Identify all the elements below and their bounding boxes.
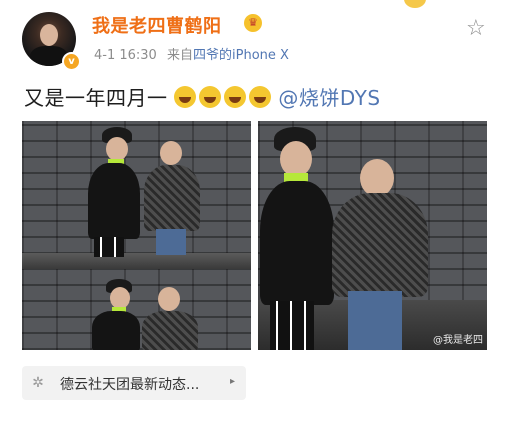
verified-badge-icon: v: [62, 52, 81, 71]
post-photo-2[interactable]: @我是老四: [258, 121, 487, 350]
post-body: 又是一年四月一: [24, 86, 168, 110]
person-head: [360, 159, 394, 197]
source-prefix: 来自: [166, 48, 193, 63]
person-jacket: [332, 193, 428, 297]
laughing-emoji-icon: [224, 86, 247, 108]
crown-icon: ♛: [244, 14, 262, 32]
person-coat: [92, 311, 140, 350]
topic-card-label[interactable]: 德云社天团最新动态...: [60, 374, 199, 394]
photo-watermark: @我是老四: [433, 335, 483, 346]
username[interactable]: 我是老四曹鹤阳: [92, 12, 222, 38]
avatar-face: [40, 24, 58, 46]
chevron-right-icon: ▸: [230, 376, 236, 387]
person-jacket: [144, 165, 200, 231]
person-jeans: [348, 291, 402, 350]
laughing-emoji-icon: [249, 86, 272, 108]
timestamp: 4-1 16:30: [94, 48, 157, 63]
topic-icon: ✲: [32, 375, 44, 391]
person-jacket: [142, 311, 198, 350]
person-coat: [88, 163, 140, 239]
laughing-emoji-icon: [199, 86, 222, 108]
person-head: [106, 137, 128, 161]
post-meta: 4-1 16:30 来自四爷的iPhone X: [94, 44, 289, 63]
person-jeans: [156, 229, 186, 255]
mention-link[interactable]: @烧饼DYS: [278, 86, 380, 110]
person-head: [158, 287, 180, 311]
star-icon[interactable]: ☆: [466, 16, 486, 41]
photo-divider: [22, 253, 251, 269]
source-link[interactable]: 四爷的iPhone X: [193, 48, 289, 63]
person-head: [160, 141, 182, 165]
post-photo-1[interactable]: [22, 121, 251, 350]
person-head: [110, 287, 130, 309]
laughing-emoji-icon: [174, 86, 197, 108]
decorative-blob: [404, 0, 426, 8]
person-pants: [270, 301, 314, 350]
post-text: 又是一年四月一 @烧饼DYS: [24, 82, 381, 111]
person-coat: [260, 181, 334, 305]
person-head: [280, 141, 312, 177]
person-pants: [94, 237, 124, 257]
